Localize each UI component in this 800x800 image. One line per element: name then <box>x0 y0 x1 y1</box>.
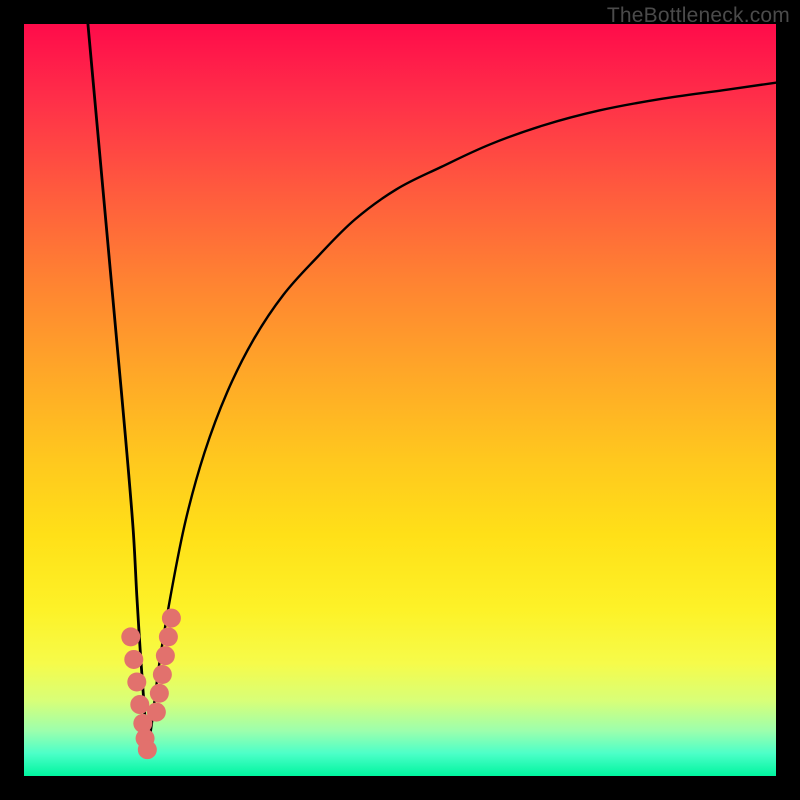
markers-right-point <box>156 646 175 665</box>
chart-frame: TheBottleneck.com <box>0 0 800 800</box>
markers-right-point <box>150 684 169 703</box>
markers-left-point <box>121 627 140 646</box>
markers-left-point <box>127 673 146 692</box>
curves-layer <box>24 24 776 776</box>
left-branch <box>88 24 147 753</box>
markers-right-point <box>147 703 166 722</box>
watermark-text: TheBottleneck.com <box>607 4 790 28</box>
markers-left-point <box>124 650 143 669</box>
markers-left-point <box>138 740 157 759</box>
markers-left-point <box>130 695 149 714</box>
markers-right-point <box>159 627 178 646</box>
plot-area <box>24 24 776 776</box>
right-branch <box>147 83 776 754</box>
markers-right-point <box>153 665 172 684</box>
markers-right-point <box>162 609 181 628</box>
